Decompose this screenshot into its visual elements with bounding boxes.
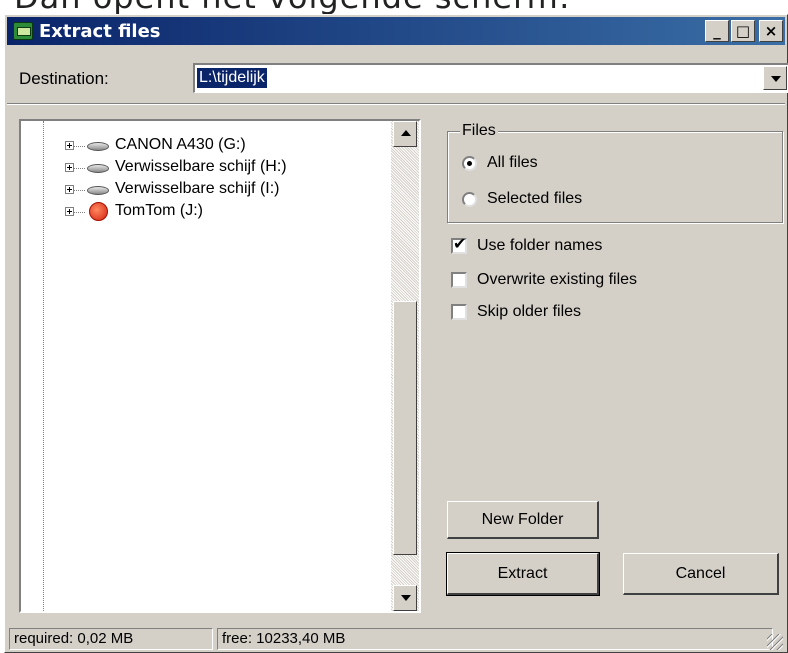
chevron-up-icon — [401, 130, 411, 136]
checkbox-use-folder-names[interactable]: ✔ Use folder names — [451, 234, 602, 255]
status-free: free: 10233,40 MB — [217, 628, 773, 650]
extract-button[interactable]: Extract — [446, 552, 600, 596]
tomtom-icon — [89, 202, 108, 221]
tree-item-label: TomTom (J:) — [115, 202, 203, 219]
separator — [7, 103, 785, 105]
scrollbar-thumb[interactable] — [393, 301, 417, 555]
tree-branch-line — [73, 212, 85, 213]
checkbox-label[interactable]: Overwrite existing files — [477, 271, 637, 289]
checkbox[interactable] — [451, 304, 467, 320]
title-bar[interactable]: Extract files _ □ × — [7, 17, 785, 45]
radio-label[interactable]: All files — [487, 154, 538, 172]
cancel-button[interactable]: Cancel — [623, 553, 779, 595]
status-required: required: 0,02 MB — [9, 628, 213, 650]
status-bar: required: 0,02 MB free: 10233,40 MB — [7, 626, 785, 652]
radio-all-files[interactable]: All files — [462, 154, 538, 172]
extract-files-dialog: Extract files _ □ × Destination: L:\tijd… — [4, 14, 788, 653]
scroll-down-button[interactable] — [393, 585, 417, 611]
destination-row: Destination: L:\tijdelijk — [19, 63, 788, 93]
checkbox[interactable] — [451, 272, 467, 288]
destination-dropdown-button[interactable] — [763, 66, 787, 90]
radio-label[interactable]: Selected files — [487, 190, 582, 208]
tree-item-label: CANON A430 (G:) — [115, 136, 246, 153]
checkbox-label[interactable]: Use folder names — [477, 237, 602, 255]
files-groupbox: Files All files Selected files — [447, 122, 783, 223]
tree-vertical-scrollbar[interactable] — [391, 121, 419, 611]
checkbox-skip-older[interactable]: Skip older files — [451, 303, 581, 321]
drive-icon — [87, 186, 109, 195]
new-folder-button[interactable]: New Folder — [447, 501, 599, 539]
folder-tree-content: CANON A430 (G:) Verwisselbare schijf (H:… — [21, 121, 391, 611]
checkbox-label[interactable]: Skip older files — [477, 303, 581, 321]
chevron-down-icon — [771, 76, 781, 82]
maximize-button[interactable]: □ — [731, 20, 755, 42]
tree-branch-line — [73, 190, 85, 191]
checkbox-overwrite-existing[interactable]: Overwrite existing files — [451, 271, 637, 289]
window-controls: _ □ × — [705, 20, 783, 42]
drive-icon — [87, 164, 109, 173]
tree-item-label: Verwisselbare schijf (H:) — [115, 158, 287, 175]
resize-grip-icon[interactable] — [767, 634, 783, 650]
checkbox-checked[interactable]: ✔ — [451, 234, 467, 254]
close-button[interactable]: × — [759, 20, 783, 42]
destination-label: Destination: — [19, 69, 109, 88]
window-title: Extract files — [39, 20, 161, 42]
destination-combobox[interactable]: L:\tijdelijk — [193, 63, 788, 93]
minimize-button[interactable]: _ — [705, 20, 729, 42]
folder-tree[interactable]: CANON A430 (G:) Verwisselbare schijf (H:… — [19, 119, 421, 613]
tree-branch-line — [73, 146, 85, 147]
radio-selected-files[interactable]: Selected files — [462, 190, 582, 208]
radio-button-selected[interactable] — [462, 155, 477, 171]
destination-value[interactable]: L:\tijdelijk — [197, 68, 267, 88]
tree-branch-line — [73, 168, 85, 169]
tree-connector-line — [43, 121, 44, 611]
drive-icon — [87, 142, 109, 151]
app-icon — [13, 22, 33, 40]
scroll-up-button[interactable] — [393, 121, 417, 147]
files-group-label: Files — [460, 122, 498, 140]
radio-button[interactable] — [462, 191, 477, 207]
checkmark-icon: ✔ — [453, 234, 467, 253]
tree-item-label: Verwisselbare schijf (I:) — [115, 180, 280, 197]
chevron-down-icon — [401, 595, 411, 601]
